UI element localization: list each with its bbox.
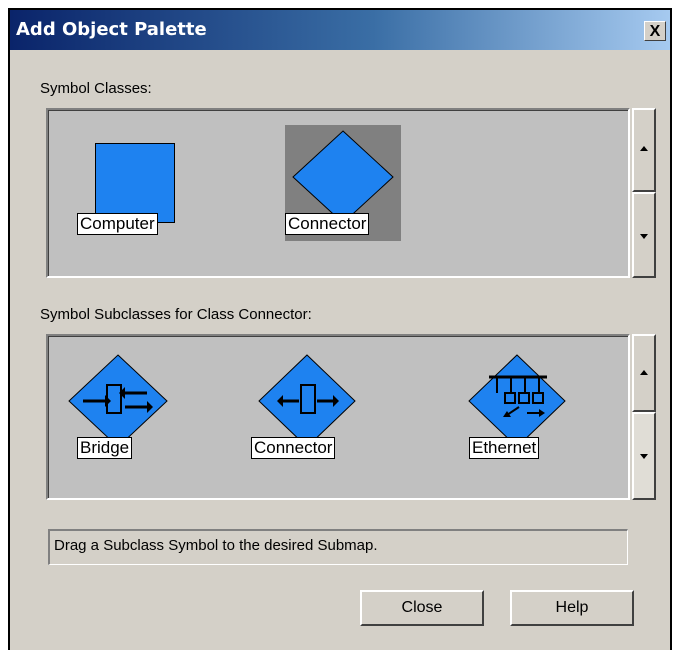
arrow-down-icon bbox=[640, 234, 648, 239]
subclass-label: Ethernet bbox=[469, 437, 540, 459]
title-bar[interactable]: Add Object Palette X bbox=[10, 10, 670, 50]
close-button[interactable]: Close bbox=[360, 590, 484, 626]
arrow-up-icon bbox=[640, 370, 648, 375]
computer-square-icon bbox=[95, 143, 175, 223]
connector-icon bbox=[258, 354, 356, 448]
window-title: Add Object Palette bbox=[16, 19, 207, 40]
status-message: Drag a Subclass Symbol to the desired Su… bbox=[48, 529, 628, 565]
connector-diamond-icon bbox=[292, 130, 394, 221]
subclasses-label: Symbol Subclasses for Class Connector: bbox=[40, 306, 312, 323]
arrow-down-icon bbox=[640, 454, 648, 459]
symbol-class-label: Computer bbox=[77, 213, 158, 235]
bridge-icon bbox=[68, 354, 168, 448]
help-button[interactable]: Help bbox=[510, 590, 634, 626]
ethernet-icon bbox=[468, 354, 566, 448]
subclass-ethernet[interactable]: Ethernet bbox=[459, 349, 575, 459]
symbol-class-computer[interactable]: Computer bbox=[73, 127, 199, 237]
subclass-bridge[interactable]: Bridge bbox=[63, 349, 173, 459]
subclass-connector[interactable]: Connector bbox=[247, 349, 367, 459]
classes-scroll-down-button[interactable] bbox=[632, 192, 656, 278]
symbol-class-label: Connector bbox=[285, 213, 370, 235]
add-object-palette-window: Add Object Palette X Symbol Classes: Com… bbox=[8, 8, 672, 650]
close-window-button[interactable]: X bbox=[644, 21, 666, 41]
classes-scroll-up-button[interactable] bbox=[632, 108, 656, 192]
symbol-classes-panel: Computer Connector bbox=[46, 108, 630, 278]
arrow-up-icon bbox=[640, 146, 648, 151]
subclass-label: Bridge bbox=[77, 437, 133, 459]
subclasses-scroll-down-button[interactable] bbox=[632, 412, 656, 500]
symbol-class-connector[interactable]: Connector bbox=[285, 125, 401, 241]
symbol-classes-label: Symbol Classes: bbox=[40, 80, 152, 97]
subclasses-scroll-up-button[interactable] bbox=[632, 334, 656, 412]
symbol-subclasses-panel: Bridge Connector Ethernet bbox=[46, 334, 630, 500]
subclass-label: Connector bbox=[251, 437, 336, 459]
